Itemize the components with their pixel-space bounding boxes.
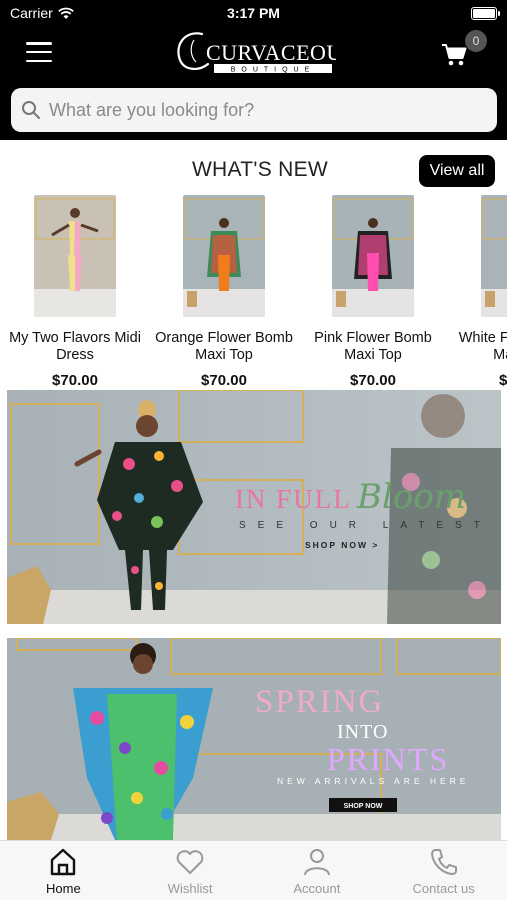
search-icon <box>22 101 40 119</box>
tab-label: Account <box>293 881 341 896</box>
tab-home[interactable]: Home <box>0 841 127 900</box>
product-image <box>332 195 414 317</box>
product-price: $70.00 <box>52 372 98 387</box>
banner-headline: IN FULL <box>235 484 352 514</box>
banner-script: Bloom <box>356 477 466 517</box>
product-card[interactable]: White Flower Bomb Maxi Top $70.00 <box>447 195 507 387</box>
banner-image: IN FULL Bloom SEE OUR LATEST SHOP NOW > <box>7 390 501 624</box>
bottom-tab-bar: Home Wishlist Account Contact us <box>0 840 507 900</box>
logo-subtitle: BOUTIQUE <box>231 67 316 74</box>
tab-wishlist[interactable]: Wishlist <box>127 841 254 900</box>
banner-line2: INTO <box>337 721 388 743</box>
product-price: $70.00 <box>350 372 396 387</box>
user-icon <box>303 849 330 876</box>
logo-wordmark: CURVACEOUS <box>206 40 336 65</box>
search-input[interactable] <box>49 99 469 121</box>
in-full-bloom-banner[interactable]: IN FULL Bloom SEE OUR LATEST SHOP NOW > <box>7 390 501 624</box>
product-card[interactable]: Orange Flower Bomb Maxi Top $70.00 <box>149 195 299 387</box>
product-price: $70.00 <box>201 372 247 387</box>
product-card[interactable]: Pink Flower Bomb Maxi Top $70.00 <box>298 195 448 387</box>
home-icon <box>51 848 76 876</box>
view-all-button[interactable]: View all <box>419 155 495 187</box>
clock: 3:17 PM <box>227 5 280 21</box>
banner-cta: SHOP NOW <box>344 803 383 810</box>
app-screen: Carrier 3:17 PM CURVACEOUS BOUTIQUE <box>0 0 507 900</box>
cart-button[interactable]: 0 <box>437 30 487 72</box>
product-price: $70.00 <box>499 372 507 387</box>
banner-subline: NEW ARRIVALS ARE HERE <box>277 776 469 786</box>
battery-icon <box>471 7 500 20</box>
phone-icon <box>430 849 457 875</box>
app-header: CURVACEOUS BOUTIQUE 0 <box>0 28 507 140</box>
product-card[interactable]: My Two Flavors Midi Dress $70.00 <box>0 195 150 387</box>
tab-account[interactable]: Account <box>254 841 381 900</box>
product-name: Orange Flower Bomb Maxi Top <box>155 330 293 363</box>
cart-count-badge: 0 <box>465 30 487 52</box>
tab-label: Wishlist <box>167 881 213 896</box>
status-bar: Carrier 3:17 PM <box>0 0 507 28</box>
product-name: White Flower Bomb Maxi Top <box>458 330 507 363</box>
product-image <box>183 195 265 317</box>
product-image <box>481 195 507 317</box>
banner-line3: PRINTS <box>327 741 449 777</box>
spring-into-prints-banner[interactable]: SPRING INTO PRINTS NEW ARRIVALS ARE HERE… <box>7 638 501 840</box>
tab-label: Home <box>46 881 81 896</box>
product-carousel[interactable]: My Two Flavors Midi Dress $70.00 Orange … <box>0 195 507 387</box>
search-bar[interactable] <box>11 88 497 132</box>
product-image <box>34 195 116 317</box>
banner-line1: SPRING <box>255 684 384 720</box>
banner-image: SPRING INTO PRINTS NEW ARRIVALS ARE HERE… <box>7 638 501 840</box>
hamburger-menu-button[interactable] <box>26 42 52 62</box>
product-name: Pink Flower Bomb Maxi Top <box>314 330 432 363</box>
curvaceous-boutique-logo[interactable]: CURVACEOUS BOUTIQUE <box>172 26 336 82</box>
product-name: My Two Flavors Midi Dress <box>9 330 141 363</box>
heart-icon <box>176 850 204 874</box>
tab-label: Contact us <box>412 881 475 896</box>
tab-contact[interactable]: Contact us <box>380 841 507 900</box>
shopping-cart-icon <box>442 44 467 66</box>
banner-cta: SHOP NOW > <box>305 540 379 550</box>
banner-subline: SEE OUR LATEST <box>239 520 492 531</box>
